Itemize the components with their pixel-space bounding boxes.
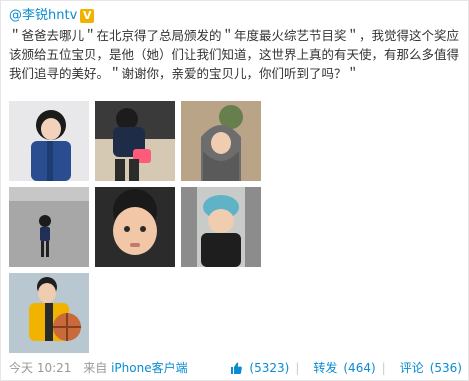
photo-thumbnail-6[interactable] [181, 187, 261, 267]
photo-thumbnail-4[interactable] [9, 187, 89, 267]
post-source[interactable]: iPhone客户端 [111, 361, 188, 375]
comment-button[interactable]: 评论 (536) [394, 357, 462, 379]
author-name[interactable]: @李锐hntv [9, 7, 77, 25]
from-prefix: 来自 [83, 361, 108, 375]
comment-label: 评论 [399, 361, 424, 375]
like-count: (5323) [249, 361, 290, 375]
post-time[interactable]: 今天 10:21 [9, 361, 71, 375]
repost-label: 转发 [313, 361, 338, 375]
repost-count: (464) [343, 361, 376, 375]
photo-grid [9, 101, 269, 371]
photo-boy-with-ball-image [9, 273, 89, 353]
verified-badge-icon: V [80, 9, 95, 23]
separator: | [381, 361, 386, 375]
comment-count: (536) [429, 361, 462, 375]
thumbs-up-icon [231, 362, 243, 374]
post-actions: (5323) | 转发 (464) | 评论 (536) [229, 357, 462, 379]
post-footer: 今天 10:21 来自 iPhone客户端 (5323) | 转发 (464) |… [1, 357, 469, 379]
photo-thumbnail-3[interactable] [181, 101, 261, 181]
like-button[interactable]: (5323) [229, 357, 289, 379]
photo-boy-closeup-face-image [95, 187, 175, 267]
photo-thumbnail-7[interactable] [9, 273, 89, 353]
photo-kid-in-car-image [181, 187, 261, 267]
photo-thumbnail-2[interactable] [95, 101, 175, 181]
photo-thumbnail-1[interactable] [9, 101, 89, 181]
photo-kid-in-hood-image [181, 101, 261, 181]
separator: | [295, 361, 300, 375]
photo-girl-standing-plaza-image [9, 187, 89, 267]
photo-thumbnail-5[interactable] [95, 187, 175, 267]
post-header: @李锐hntv V [9, 7, 95, 25]
weibo-post-card: @李锐hntv V ＂爸爸去哪儿＂在北京得了总局颁发的＂年度最火综艺节目奖＂，我… [0, 0, 469, 381]
repost-button[interactable]: 转发 (464) [307, 357, 375, 379]
post-text: ＂爸爸去哪儿＂在北京得了总局颁发的＂年度最火综艺节目奖＂，我觉得这个奖应该颁给五… [9, 28, 460, 81]
photo-girl-blue-jacket-image [9, 101, 89, 181]
post-meta: 今天 10:21 来自 iPhone客户端 [9, 357, 188, 379]
photo-boy-bending-down-image [95, 101, 175, 181]
